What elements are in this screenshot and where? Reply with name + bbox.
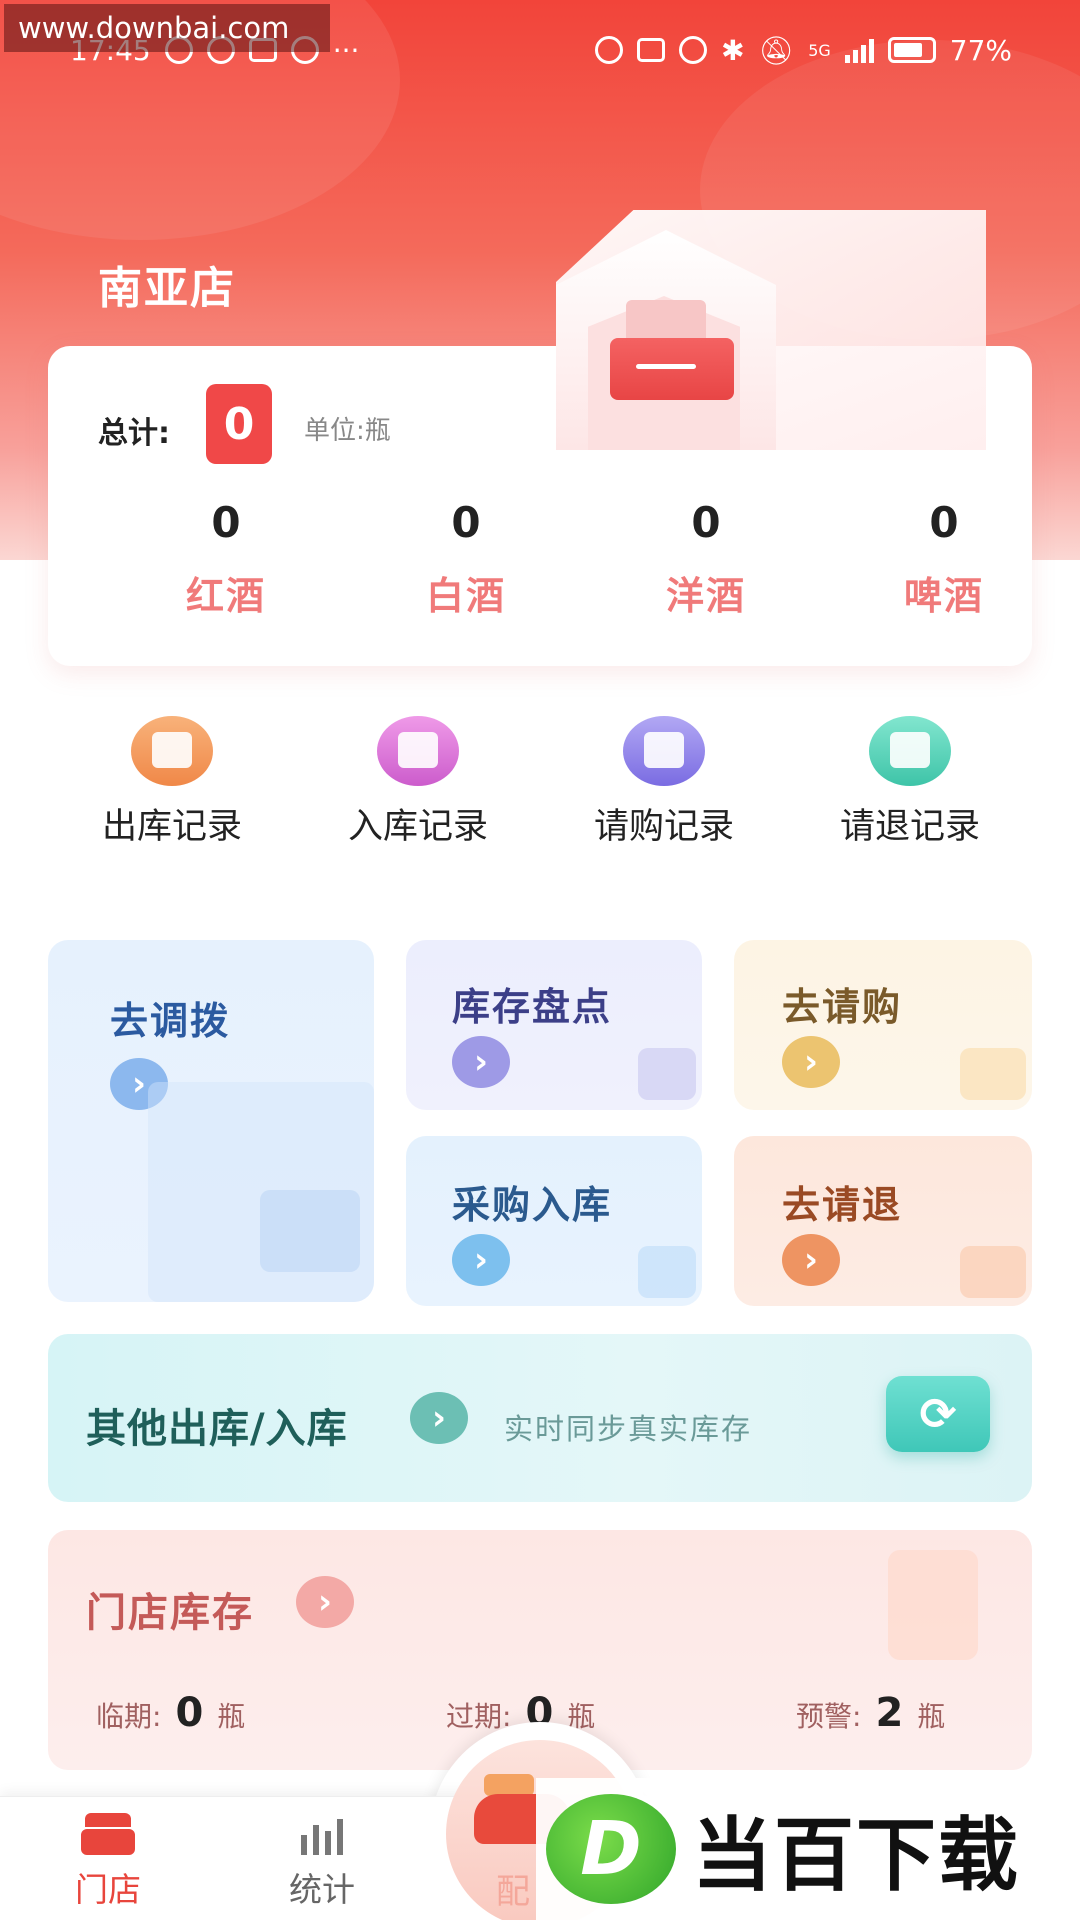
inventory-decor-icon — [888, 1550, 978, 1660]
tile-title: 去请购 — [782, 985, 903, 1029]
warning-value: 2 — [875, 1690, 904, 1736]
near-expiry-label: 临期: — [96, 1700, 162, 1733]
record-shortcuts: 出库记录 入库记录 请购记录 请退记录 — [0, 716, 1080, 856]
near-expiry-value: 0 — [175, 1690, 204, 1736]
chevron-right-icon: › — [452, 1234, 510, 1286]
stats-icon — [295, 1813, 349, 1855]
eye-icon — [595, 36, 624, 64]
alarm-icon — [679, 36, 708, 64]
brand-text: 当百下载 — [692, 1809, 1020, 1902]
more-notifications-icon: ··· — [332, 33, 360, 67]
return-request-tile[interactable]: 去请退 › — [734, 1136, 1032, 1306]
warning-label: 预警: — [796, 1700, 862, 1733]
unit: 瓶 — [917, 1700, 946, 1733]
unit-label: 单位:瓶 — [304, 416, 391, 446]
stocktake-decor-icon — [638, 1048, 696, 1100]
store-name[interactable]: 南亚店 — [98, 252, 236, 316]
category-name: 红酒 — [185, 574, 266, 618]
bluetooth-icon: ✱ — [721, 33, 745, 67]
chevron-right-icon: › — [410, 1392, 468, 1444]
sync-subtitle: 实时同步真实库存 — [504, 1412, 753, 1446]
tab-label: 统计 — [289, 1870, 355, 1909]
purchase-request-records-button[interactable]: 请购记录 — [564, 716, 764, 849]
sync-title: 其他出库/入库 — [86, 1406, 348, 1452]
store-icon — [81, 1813, 135, 1855]
category-count: 0 — [929, 498, 959, 547]
return-decor-icon — [960, 1246, 1026, 1298]
chevron-right-icon: › — [296, 1576, 354, 1628]
category-count: 0 — [691, 498, 721, 547]
signal-icon — [844, 37, 874, 63]
purchase-request-tile[interactable]: 去请购 › — [734, 940, 1032, 1110]
category-baijiu[interactable]: 0 白酒 — [366, 498, 566, 620]
record-label: 请退记录 — [839, 807, 980, 847]
chevron-right-icon: › — [452, 1036, 510, 1088]
store-house-illustration — [556, 210, 986, 460]
outbound-record-icon — [131, 716, 213, 786]
total-count-badge: 0 — [206, 384, 272, 464]
category-liquor[interactable]: 0 洋酒 — [606, 498, 806, 620]
category-beer[interactable]: 0 啤酒 — [844, 498, 1044, 620]
warning-stat[interactable]: 预警: 2 瓶 — [796, 1690, 945, 1736]
inbound-records-button[interactable]: 入库记录 — [318, 716, 518, 849]
tab-stats[interactable]: 统计 — [242, 1797, 402, 1920]
category-count: 0 — [211, 498, 241, 547]
purchase-request-record-icon — [623, 716, 705, 786]
tab-label: 配 — [496, 1872, 530, 1912]
nfc-icon — [637, 38, 666, 62]
record-label: 入库记录 — [347, 807, 488, 847]
purchase-decor-icon — [960, 1048, 1026, 1100]
sync-icon: ⟳ — [886, 1376, 990, 1452]
unit: 瓶 — [217, 1700, 246, 1733]
near-expiry-stat[interactable]: 临期: 0 瓶 — [96, 1690, 245, 1736]
inbound-record-icon — [377, 716, 459, 786]
site-watermark: www.downbai.com — [4, 4, 330, 52]
category-red-wine[interactable]: 0 红酒 — [126, 498, 326, 620]
category-name: 白酒 — [425, 574, 506, 618]
battery-percent: 77% — [949, 33, 1012, 67]
return-request-records-button[interactable]: 请退记录 — [810, 716, 1010, 849]
category-count: 0 — [451, 498, 481, 547]
total-label: 总计: — [98, 416, 170, 451]
brand-watermark: D 当百下载 — [536, 1778, 1080, 1920]
other-inbound-outbound-card[interactable]: 其他出库/入库 › 实时同步真实库存 ⟳ — [48, 1334, 1032, 1502]
category-name: 啤酒 — [903, 574, 984, 618]
chevron-right-icon: › — [782, 1036, 840, 1088]
transfer-tile[interactable]: 去调拨 › — [48, 940, 374, 1302]
tab-label: 门店 — [75, 1870, 141, 1909]
brand-logo-icon: D — [546, 1794, 676, 1904]
outbound-records-button[interactable]: 出库记录 — [72, 716, 272, 849]
record-label: 请购记录 — [593, 807, 734, 847]
battery-icon — [887, 37, 936, 63]
record-label: 出库记录 — [101, 807, 242, 847]
inventory-title: 门店库存 — [86, 1590, 254, 1636]
category-name: 洋酒 — [665, 574, 746, 618]
tile-title: 库存盘点 — [452, 985, 613, 1029]
tile-title: 去请退 — [782, 1183, 903, 1227]
delivery-box-icon — [484, 1774, 534, 1796]
tile-title: 采购入库 — [452, 1183, 613, 1227]
mute-icon: 🔕︎ — [758, 33, 795, 67]
return-request-record-icon — [869, 716, 951, 786]
tab-store[interactable]: 门店 — [28, 1797, 188, 1920]
network-type: 5G — [808, 40, 831, 60]
stocktake-tile[interactable]: 库存盘点 › — [406, 940, 702, 1110]
tile-title: 去调拨 — [110, 999, 231, 1043]
chevron-right-icon: › — [782, 1234, 840, 1286]
purchase-inbound-tile[interactable]: 采购入库 › — [406, 1136, 702, 1306]
inbound-decor-icon — [638, 1246, 696, 1298]
transfer-decor-icon — [260, 1190, 360, 1272]
